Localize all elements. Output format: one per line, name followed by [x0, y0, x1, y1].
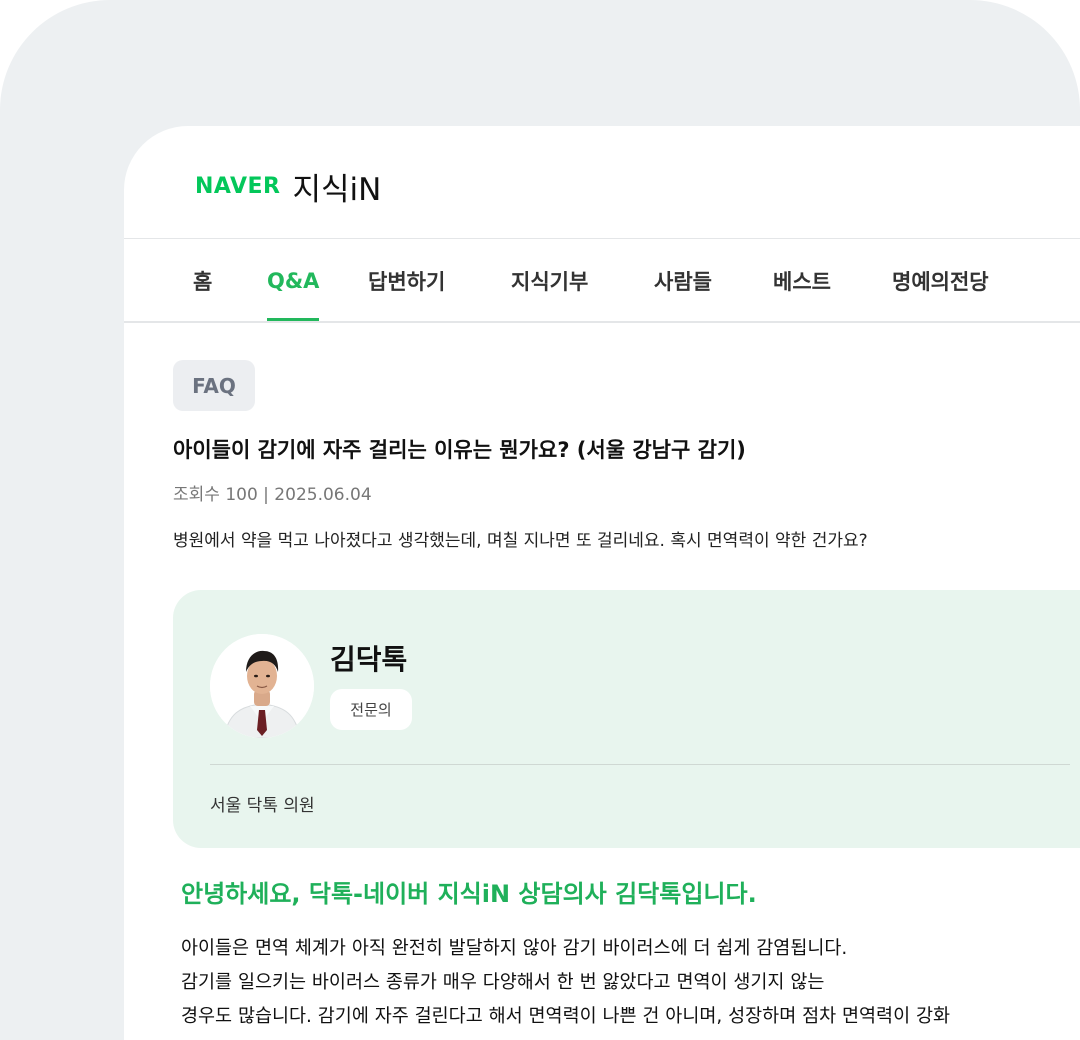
logo-brand: NAVER — [195, 173, 281, 199]
nav-divider — [124, 321, 1080, 323]
answer-greeting: 안녕하세요, 닥톡-네이버 지식iN 상담의사 김닥톡입니다. — [181, 880, 757, 908]
nav-item-qna[interactable]: Q&A — [267, 239, 319, 322]
nav-item-people[interactable]: 사람들 — [654, 239, 712, 322]
nav-item-donate[interactable]: 지식기부 — [511, 239, 588, 322]
question-body: 병원에서 약을 먹고 나아졌다고 생각했는데, 며칠 지나면 또 걸리네요. 혹… — [173, 531, 868, 551]
logo[interactable]: NAVER 지식iN — [195, 166, 382, 208]
question-meta: 조회수 100 | 2025.06.04 — [173, 485, 372, 505]
question-title[interactable]: 아이들이 감기에 자주 걸리는 이유는 뭔가요? (서울 강남구 감기) — [173, 434, 746, 464]
nav-item-best[interactable]: 베스트 — [773, 239, 831, 322]
logo-service: 지식iN — [292, 171, 382, 208]
answer-text-line: 감기를 일으키는 바이러스 종류가 매우 다양해서 한 번 앓았다고 면역이 생… — [181, 972, 825, 993]
doctor-profile-card: 김닥톡 전문의 서울 닥톡 의원 — [173, 590, 1080, 848]
doctor-avatar[interactable] — [210, 634, 314, 738]
main-nav: 홈 Q&A 답변하기 지식기부 사람들 베스트 명예의전당 — [124, 239, 1080, 322]
device-frame: NAVER 지식iN 홈 Q&A 답변하기 지식기부 사람들 베스트 명예의전당… — [0, 0, 1080, 1040]
doctor-name[interactable]: 김닥톡 — [330, 638, 407, 678]
answer-text-line: 경우도 많습니다. 감기에 자주 걸린다고 해서 면역력이 나쁜 건 아니며, … — [181, 1006, 951, 1027]
nav-item-hall-of-fame[interactable]: 명예의전당 — [892, 239, 989, 322]
clinic-name[interactable]: 서울 닥톡 의원 — [210, 791, 315, 816]
doctor-role-badge: 전문의 — [330, 689, 412, 730]
nav-item-answer[interactable]: 답변하기 — [368, 239, 445, 322]
doctor-portrait-icon — [210, 634, 314, 738]
faq-badge: FAQ — [173, 360, 255, 411]
nav-item-home[interactable]: 홈 — [193, 239, 212, 322]
profile-divider — [210, 764, 1070, 765]
answer-text-line: 아이들은 면역 체계가 아직 완전히 발달하지 않아 감기 바이러스에 더 쉽게… — [181, 938, 848, 959]
page-card: NAVER 지식iN 홈 Q&A 답변하기 지식기부 사람들 베스트 명예의전당… — [124, 126, 1080, 1040]
